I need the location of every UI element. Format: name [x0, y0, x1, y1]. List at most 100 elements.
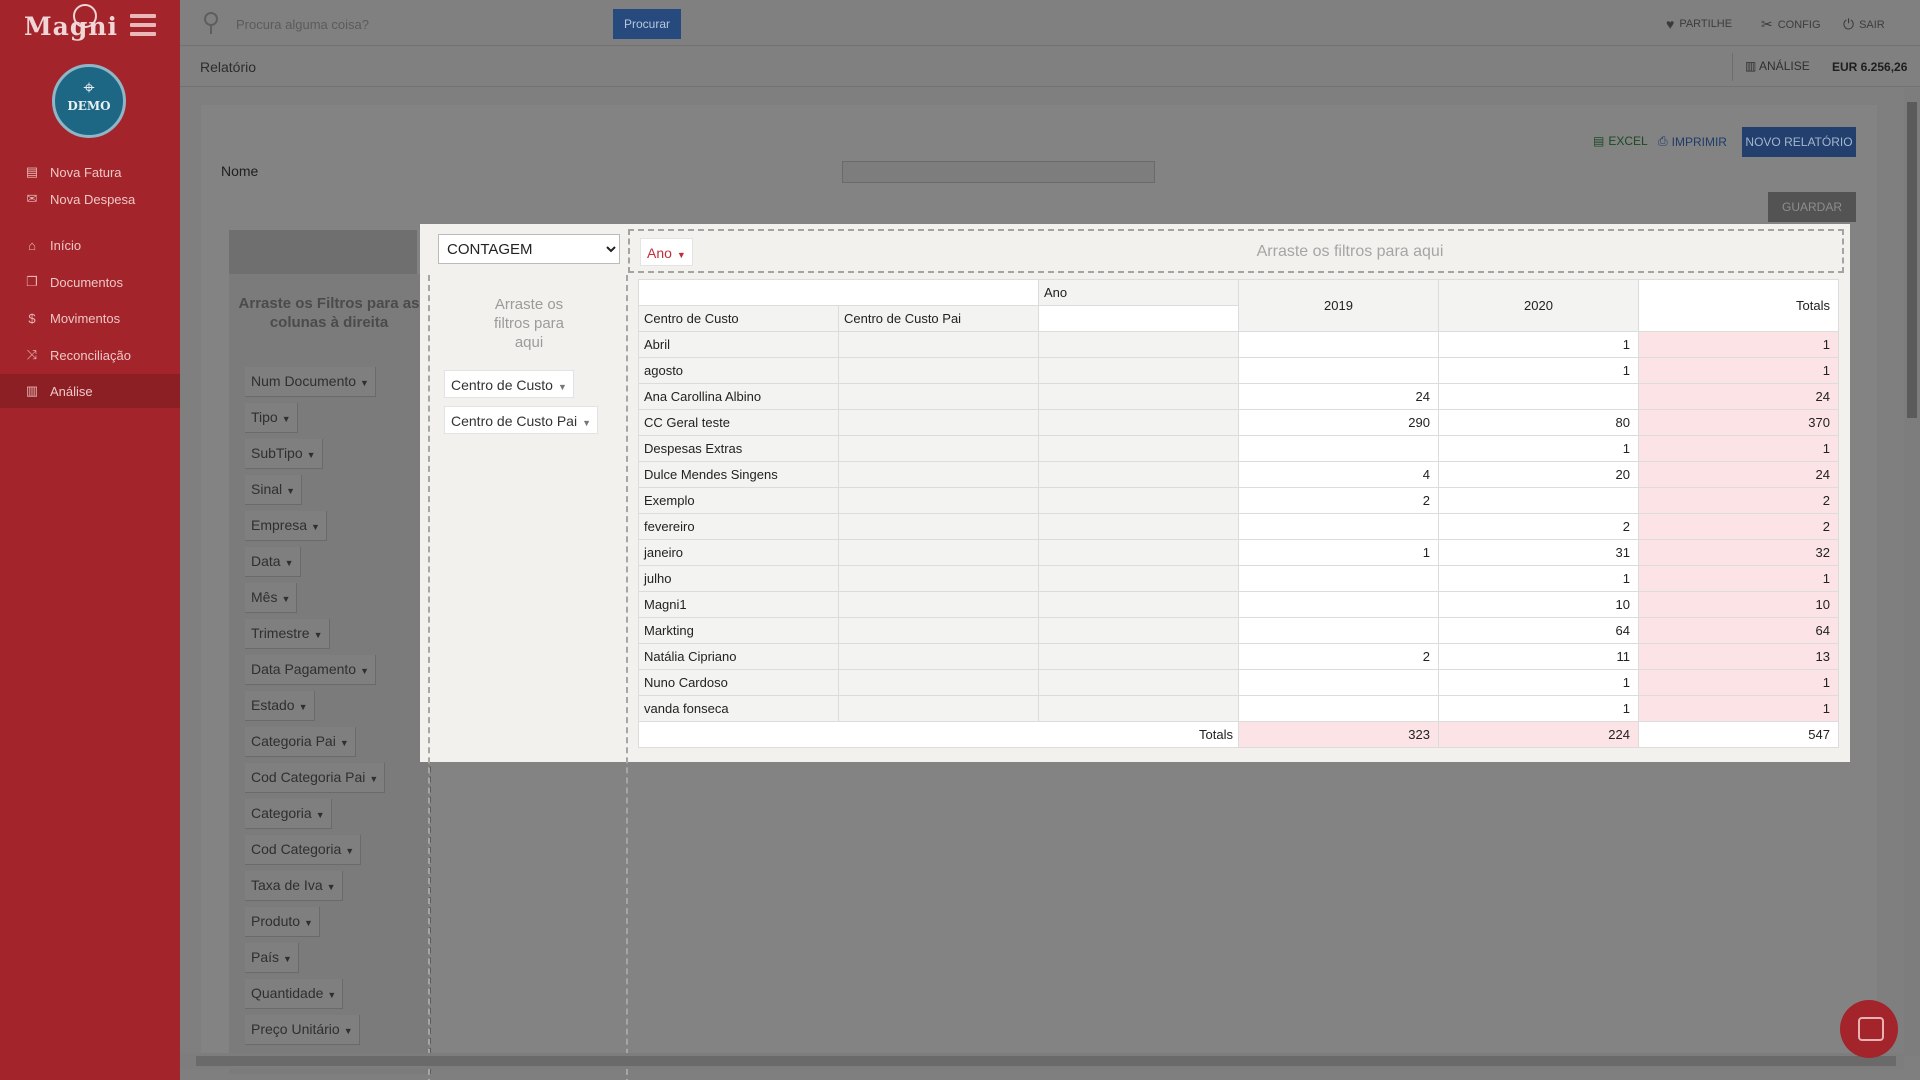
row-filter-chip[interactable]: Centro de Custo ▼: [444, 370, 574, 398]
spacer-cell: [1038, 357, 1239, 384]
attribute-chip[interactable]: Empresa ▼: [245, 511, 327, 541]
attribute-chip[interactable]: Tipo ▼: [245, 403, 298, 433]
attribute-chip[interactable]: Num Documento ▼: [245, 367, 376, 397]
parent-cost-center-cell: [838, 357, 1039, 384]
attribute-chip[interactable]: País ▼: [245, 943, 299, 973]
menu-icon[interactable]: [130, 14, 156, 41]
app-logo[interactable]: Magni: [24, 12, 118, 41]
parent-cost-center-cell: [838, 435, 1039, 462]
sidebar-item-label: Nova Fatura: [50, 164, 122, 180]
account-balance: EUR 6.256,26: [1832, 60, 1908, 74]
attribute-chip[interactable]: Quantidade ▼: [245, 979, 344, 1009]
save-button[interactable]: GUARDAR: [1768, 192, 1856, 222]
attribute-label: Quantidade: [251, 985, 324, 1001]
attribute-chip[interactable]: Data Pagamento ▼: [245, 655, 376, 685]
scrollbar-thumb[interactable]: [196, 1056, 1896, 1066]
company-avatar[interactable]: ⌖ DEMO: [52, 64, 126, 138]
row-total-cell: 10: [1638, 591, 1839, 618]
expense-icon: ✉: [26, 191, 38, 206]
attribute-label: Categoria: [251, 805, 312, 821]
attribute-chip[interactable]: Estado ▼: [245, 691, 315, 721]
scrollbar-thumb[interactable]: [1907, 102, 1917, 418]
attribute-label: Sinal: [251, 481, 283, 497]
share-label: PARTILHE: [1679, 18, 1733, 30]
pivot-table-panel: CONTAGEM Ano ▼ Arraste os filtros para aq…: [420, 224, 1850, 1080]
column-filter-chip[interactable]: Ano ▼: [640, 238, 693, 266]
home-icon: ⌂: [28, 237, 36, 253]
attribute-chip[interactable]: Taxa de Iva ▼: [245, 871, 343, 901]
caret-down-icon: ▼: [360, 666, 369, 676]
sidebar-item-reconciliacao[interactable]: ⤨ Reconciliação: [0, 338, 180, 372]
attribute-chip[interactable]: SubTipo ▼: [245, 439, 323, 469]
table-row: julho 1 1: [638, 565, 1839, 592]
aggregator-select[interactable]: CONTAGEM: [438, 234, 620, 264]
value-2020-cell: 1: [1438, 565, 1639, 592]
documents-icon: ❐: [26, 274, 38, 289]
attribute-chip[interactable]: Mês ▼: [245, 583, 298, 613]
attribute-label: País: [251, 949, 280, 965]
cost-center-cell: Despesas Extras: [638, 435, 839, 462]
value-2019-cell: [1238, 357, 1439, 384]
caret-down-icon: ▼: [339, 738, 349, 748]
spacer-cell: [1038, 695, 1239, 722]
sidebar-item-movimentos[interactable]: $ Movimentos: [0, 301, 180, 335]
spacer-cell: [1038, 669, 1239, 696]
value-2019-cell: [1238, 565, 1439, 592]
attribute-chip[interactable]: Produto ▼: [245, 907, 320, 937]
value-2019-cell: [1238, 669, 1439, 696]
horizontal-scrollbar[interactable]: [180, 1053, 1904, 1069]
attribute-chip[interactable]: Preço Unitário ▼: [245, 1015, 360, 1045]
vertical-scrollbar[interactable]: [1904, 88, 1920, 1056]
caret-down-icon: ▼: [284, 558, 294, 568]
sidebar: Magni ⌖ DEMO ▤ Nova Fatura ✉ Nova Despes…: [0, 0, 180, 1080]
value-2020-cell: [1438, 383, 1639, 410]
power-icon: ⏻: [1843, 16, 1855, 32]
attribute-chip[interactable]: Cod Categoria ▼: [245, 835, 362, 865]
excel-button[interactable]: ▤ EXCEL: [1593, 134, 1648, 148]
table-row: janeiro 1 31 32: [638, 539, 1839, 566]
row-total-cell: 1: [1638, 565, 1839, 592]
cursor-icon: ⌖: [83, 77, 95, 99]
row-filters-dropzone[interactable]: Arraste os filtros para aqui Centro de C…: [428, 275, 628, 1080]
sidebar-item-nova-despesa[interactable]: ✉ Nova Despesa: [0, 182, 180, 216]
value-2019-cell: [1238, 591, 1439, 618]
company-badge-label: DEMO: [67, 99, 111, 113]
file-icon: ▤: [25, 164, 39, 179]
filter-label: Centro de Custo: [451, 377, 553, 393]
spacer-cell: [1038, 487, 1239, 514]
attribute-label: Preço Unitário: [251, 1021, 340, 1037]
config-button[interactable]: ✂ CONFIG: [1761, 16, 1821, 33]
location-pin-icon: [204, 12, 218, 34]
sidebar-item-inicio[interactable]: ⌂ Início: [0, 228, 180, 262]
attribute-chip[interactable]: Categoria ▼: [245, 799, 332, 829]
attribute-chip[interactable]: Sinal ▼: [245, 475, 303, 505]
sidebar-item-analise[interactable]: ▥ Análise: [0, 374, 180, 408]
logout-button[interactable]: ⏻ SAIR: [1843, 16, 1885, 33]
spacer-cell: [1038, 617, 1239, 644]
value-2020-cell: [1438, 487, 1639, 514]
chat-support-button[interactable]: [1840, 1000, 1898, 1058]
value-2020-cell: 20: [1438, 461, 1639, 488]
column-filters-dropzone[interactable]: Ano ▼ Arraste os filtros para aqui: [628, 229, 1844, 273]
report-name-input[interactable]: [842, 161, 1155, 183]
spacer-cell: [1038, 565, 1239, 592]
attribute-chip[interactable]: Categoria Pai ▼: [245, 727, 356, 757]
search-button[interactable]: Procurar: [613, 9, 681, 39]
print-button[interactable]: ⎙ IMPRIMIR: [1658, 134, 1727, 149]
attribute-chip[interactable]: Cod Categoria Pai ▼: [245, 763, 386, 793]
share-button[interactable]: ♥ PARTILHE: [1666, 16, 1732, 32]
analysis-link[interactable]: ▥ ANÁLISE: [1745, 59, 1810, 73]
caret-down-icon: ▼: [343, 1026, 353, 1036]
cost-center-cell: CC Geral teste: [638, 409, 839, 436]
sidebar-item-documentos[interactable]: ❐ Documentos: [0, 265, 180, 299]
attribute-chip[interactable]: Data ▼: [245, 547, 301, 577]
row-filter-chip[interactable]: Centro de Custo Pai ▼: [444, 406, 598, 434]
attribute-chip[interactable]: Trimestre ▼: [245, 619, 330, 649]
new-report-button[interactable]: NOVO RELATÓRIO: [1742, 127, 1856, 157]
search-input[interactable]: [232, 8, 592, 40]
value-2020-cell: 2: [1438, 513, 1639, 540]
cost-center-cell: Nuno Cardoso: [638, 669, 839, 696]
value-2019-cell: [1238, 695, 1439, 722]
spacer-cell: [1038, 435, 1239, 462]
value-2020-cell: 80: [1438, 409, 1639, 436]
